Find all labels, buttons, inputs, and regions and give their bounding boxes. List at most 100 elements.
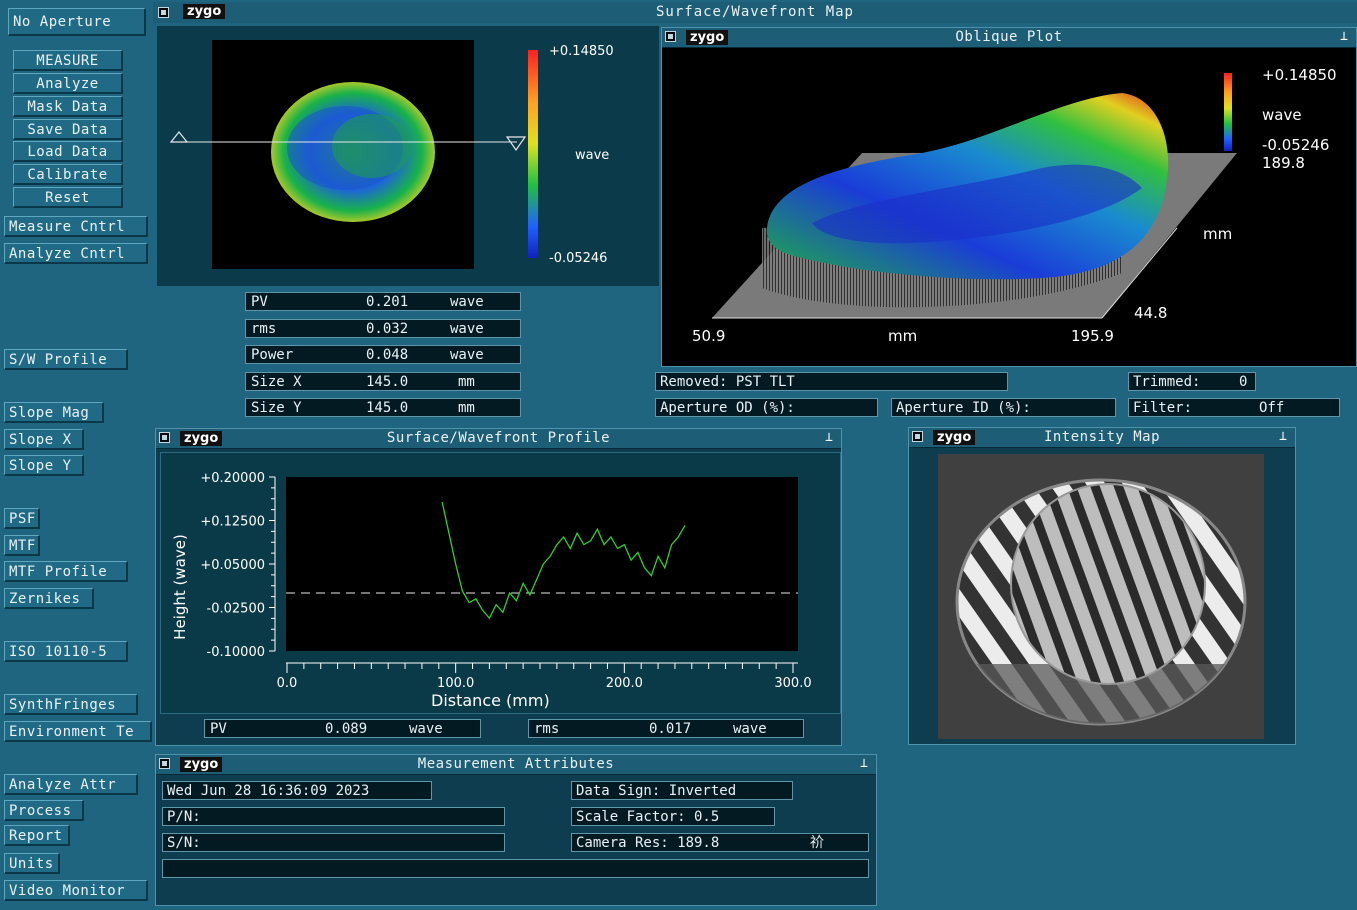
x-tick-label: 0.0 [277,676,298,691]
reset-button[interactable]: Reset [13,187,123,208]
result-size-y: Size Y 145.0 mm [245,398,521,417]
iso-10110-button[interactable]: ISO 10110-5 [4,641,128,662]
result-label: rms [251,321,277,337]
filter-field: Filter: Off [1128,398,1340,417]
profile-plot-area[interactable]: +0.20000 +0.12500 +0.05000 -0.02500 -0.10000… [160,452,841,714]
surface-map-scale-unit: wave [575,148,610,163]
pn-label: P/N: [167,809,201,825]
no-aperture-button[interactable]: No Aperture [8,8,146,36]
date-value: Wed Jun 28 16:36:09 2023 [167,783,370,799]
pin-icon[interactable]: ⊥ [821,430,837,446]
sn-label: S/N: [167,835,201,851]
y-axis-label: Height (wave) [171,534,189,640]
surface-map-window-titlebar: zygo Surface/Wavefront Map [153,2,1357,23]
units-button[interactable]: Units [4,853,60,874]
intensity-map-titlebar: zygo Intensity Map ⊥ [909,428,1295,448]
result-label: Size Y [251,400,302,416]
pin-icon[interactable]: ⊥ [1336,29,1352,45]
aperture-id-field: Aperture ID (%): [891,398,1116,417]
oblique-plot-window: zygo Oblique Plot ⊥ +0.14850 wave -0.052… [661,27,1357,367]
mtf-profile-button[interactable]: MTF Profile [4,561,128,582]
intensity-map-view[interactable] [938,454,1264,739]
save-data-button[interactable]: Save Data [13,119,123,140]
result-rms: rms 0.032 wave [245,319,521,338]
analyze-button[interactable]: Analyze [13,73,123,94]
camera-res-unit: 祄 [810,835,824,851]
y-tick-label: +0.05000 [200,558,265,573]
pin-icon[interactable]: ⊥ [1275,429,1291,445]
report-button[interactable]: Report [4,825,70,846]
pn-field[interactable]: P/N: [162,807,505,826]
removed-text: Removed: PST TLT [660,374,795,390]
slope-x-button[interactable]: Slope X [4,429,84,450]
oblique-plot-titlebar: zygo Oblique Plot ⊥ [662,28,1356,48]
slope-mag-button[interactable]: Slope Mag [4,402,104,423]
oblique-axis-right-value: 44.8 [1134,304,1168,322]
oblique-scale-max: +0.14850 [1262,66,1337,84]
process-button[interactable]: Process [4,800,84,821]
x-tick-label: 300.0 [774,676,811,691]
oblique-x-min: 50.9 [692,327,726,345]
video-monitor-button[interactable]: Video Monitor [4,880,148,901]
aperture-od-field: Aperture OD (%): [655,398,878,417]
intensity-map-window: zygo Intensity Map ⊥ [908,427,1296,745]
surface-map-view[interactable]: +0.14850 wave -0.05246 [157,26,659,286]
mtf-button[interactable]: MTF [4,535,40,556]
result-power: Power 0.048 wave [245,345,521,364]
result-unit: mm [458,374,475,390]
environment-button[interactable]: Environment Te [4,721,152,742]
pin-icon[interactable]: ⊥ [856,756,872,772]
y-tick-label: +0.20000 [200,471,265,486]
result-value: 145.0 [366,374,409,390]
comment-field[interactable] [162,859,869,878]
attributes-titlebar: zygo Measurement Attributes ⊥ [156,755,876,775]
calibrate-button[interactable]: Calibrate [13,164,123,185]
mask-data-button[interactable]: Mask Data [13,96,123,117]
profile-rms-unit: wave [733,721,767,737]
trimmed-field: Trimmed: 0 [1128,372,1256,391]
measure-button[interactable]: MEASURE [13,50,123,71]
oblique-z-value: 189.8 [1262,154,1305,172]
date-field: Wed Jun 28 16:36:09 2023 [162,781,432,800]
surface-map-scale-min: -0.05246 [549,251,608,266]
y-tick-label: -0.02500 [207,602,265,617]
analyze-cntrl-button[interactable]: Analyze Cntrl [4,243,148,264]
aperture-id-label: Aperture ID (%): [896,400,1031,416]
trimmed-value: 0 [1239,374,1248,390]
aperture-od-label: Aperture OD (%): [660,400,795,416]
load-data-button[interactable]: Load Data [13,141,123,162]
result-label: Size X [251,374,302,390]
profile-rms-field: rms 0.017 wave [528,719,804,738]
intensity-map-title: Intensity Map [1043,429,1161,445]
result-unit: wave [450,347,484,363]
zernikes-button[interactable]: Zernikes [4,588,94,609]
result-unit: wave [450,321,484,337]
synth-fringes-button[interactable]: SynthFringes [4,694,138,715]
oblique-plot-view[interactable] [662,48,1356,366]
measure-cntrl-button[interactable]: Measure Cntrl [4,216,148,237]
y-axis-label-host: Height (wave) [165,523,191,663]
oblique-scale-min: -0.05246 [1262,136,1330,154]
attributes-title: Measurement Attributes [417,756,615,772]
result-pv: PV 0.201 wave [245,292,521,311]
profile-window: zygo Surface/Wavefront Profile ⊥ +0.2000… [155,428,842,746]
sn-field[interactable]: S/N: [162,833,505,852]
profile-pv-label: PV [210,721,227,737]
profile-rms-label: rms [534,721,560,737]
result-unit: wave [450,294,484,310]
profile-pv-value: 0.089 [325,721,368,737]
psf-button[interactable]: PSF [4,508,40,529]
analyze-attr-button[interactable]: Analyze Attr [4,774,138,795]
surface-map-scale-max: +0.14850 [549,44,614,59]
oblique-x-max: 195.9 [1071,327,1114,345]
slope-y-button[interactable]: Slope Y [4,455,84,476]
oblique-plot-title: Oblique Plot [955,29,1063,45]
x-axis-label: Distance (mm) [431,691,550,710]
profile-pv-unit: wave [409,721,443,737]
result-unit: mm [458,400,475,416]
sw-profile-button[interactable]: S/W Profile [4,349,128,370]
surface-map-title: Surface/Wavefront Map [655,4,854,20]
scale-factor-field: Scale Factor: 0.5 [571,807,775,826]
x-tick-label: 200.0 [606,676,643,691]
oblique-x-label: mm [888,327,918,345]
